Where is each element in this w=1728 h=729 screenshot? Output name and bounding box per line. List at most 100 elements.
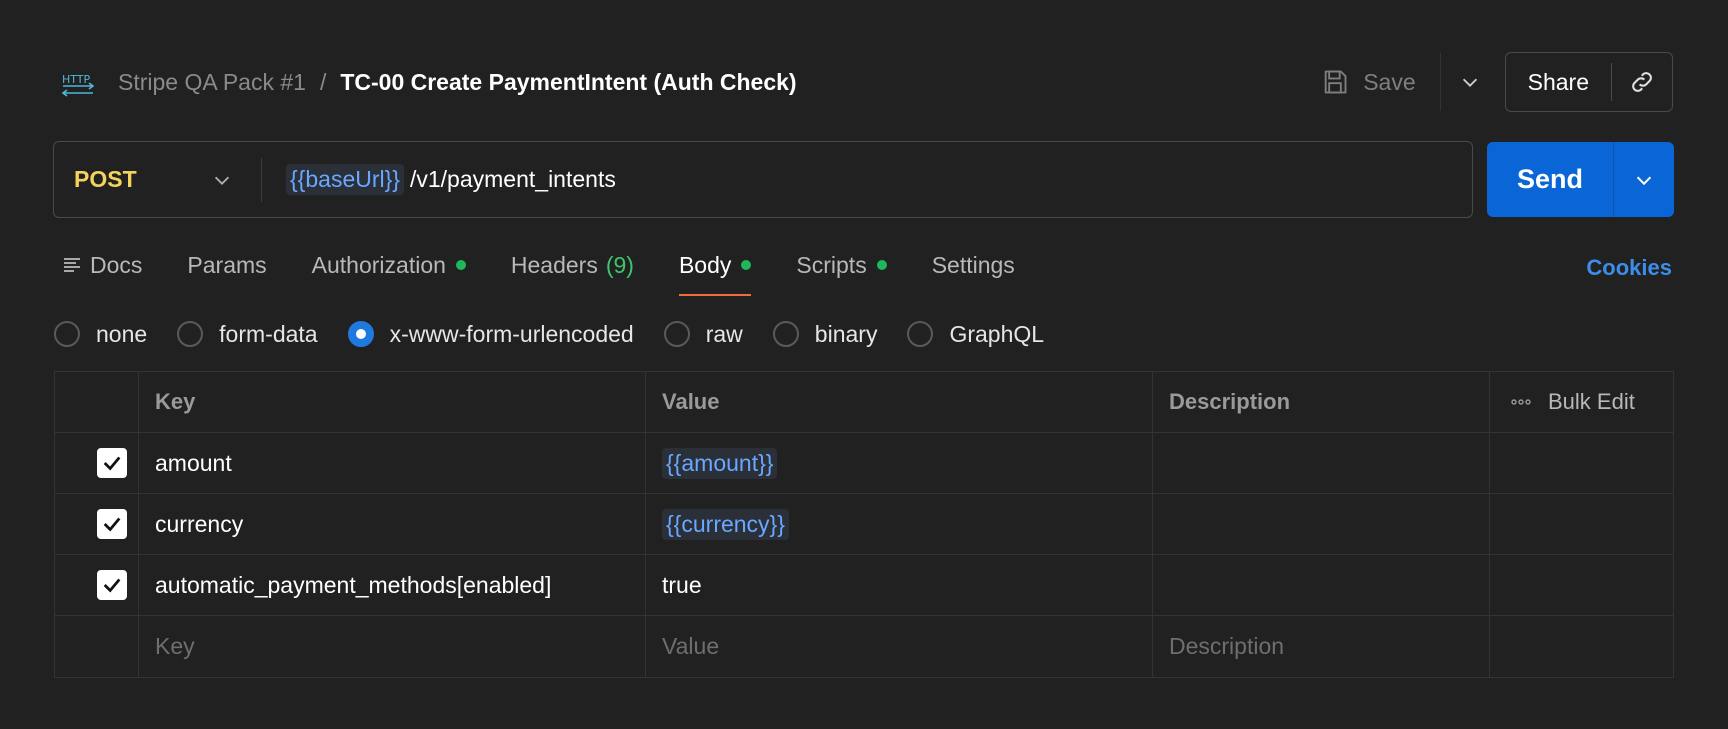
chevron-down-icon[interactable]	[1459, 71, 1481, 93]
radio-graphql[interactable]: GraphQL	[907, 321, 1044, 348]
radio-binary[interactable]: binary	[772, 320, 878, 348]
radio-label: x-www-form-urlencoded	[389, 320, 634, 347]
key-text: automatic_payment_methods[enabled]	[155, 571, 552, 598]
save-icon	[1324, 70, 1347, 94]
tab-params[interactable]: Params	[187, 246, 266, 284]
key-placeholder: Key	[155, 633, 195, 659]
value-input[interactable]: Value	[646, 616, 1153, 677]
tab-body[interactable]: Body	[678, 246, 752, 296]
tab-headers[interactable]: Headers (9)	[511, 246, 634, 284]
row-checkbox[interactable]	[96, 509, 127, 539]
url-path: /v1/payment_intents	[409, 166, 616, 192]
row-extra-cell	[1490, 616, 1673, 677]
column-header-key: Key	[139, 372, 646, 432]
url-bar: POST {{baseUrl}} /v1/payment_intents	[53, 141, 1473, 218]
value-variable: {{amount}}	[662, 447, 778, 479]
tab-settings[interactable]: Settings	[932, 246, 1015, 284]
tab-scripts[interactable]: Scripts	[796, 246, 887, 284]
radio-urlencoded[interactable]: x-www-form-urlencoded	[347, 320, 634, 348]
key-text: amount	[155, 449, 232, 476]
send-button[interactable]: Send	[1487, 164, 1613, 195]
tab-body-label: Body	[678, 251, 732, 278]
divider	[261, 157, 262, 202]
table-header-row: Key Value Description Bulk Edit	[55, 372, 1673, 433]
radio-none[interactable]: none	[54, 321, 147, 348]
row-extra-cell	[1490, 555, 1673, 615]
radio-button[interactable]	[663, 321, 690, 347]
divider	[1439, 53, 1441, 111]
row-checkbox-cell	[55, 433, 139, 493]
radio-label: form-data	[219, 320, 318, 347]
radio-button[interactable]	[54, 321, 80, 347]
key-text: currency	[155, 510, 244, 537]
radio-button[interactable]	[177, 321, 204, 347]
send-options-button[interactable]	[1614, 169, 1674, 191]
send-button-group: Send	[1487, 142, 1674, 217]
tab-scripts-label: Scripts	[796, 251, 867, 278]
value-placeholder: Value	[662, 633, 720, 659]
status-dot	[876, 260, 887, 270]
more-options-icon[interactable]	[1510, 391, 1532, 413]
row-extra-cell	[1490, 494, 1673, 554]
tab-authorization[interactable]: Authorization	[312, 246, 466, 284]
status-dot	[741, 260, 752, 270]
breadcrumb-separator: /	[319, 68, 327, 95]
description-input[interactable]: Description	[1153, 616, 1490, 677]
svg-text:HTTP: HTTP	[62, 73, 91, 86]
cookies-link[interactable]: Cookies	[1586, 255, 1672, 281]
radio-label: none	[96, 320, 148, 347]
description-cell[interactable]	[1153, 433, 1490, 493]
table-header-check	[55, 372, 139, 432]
radio-button[interactable]	[907, 321, 934, 347]
checkmark-icon	[103, 456, 120, 471]
radio-button-selected[interactable]	[347, 321, 374, 347]
status-dot	[455, 260, 466, 270]
checkmark-icon	[103, 578, 120, 593]
radio-label: binary	[814, 320, 878, 347]
key-cell[interactable]: currency	[139, 494, 646, 554]
save-label: Save	[1363, 68, 1416, 95]
method-select[interactable]: POST	[54, 166, 261, 193]
value-cell[interactable]: {{amount}}	[646, 433, 1153, 493]
breadcrumb-collection[interactable]: Stripe QA Pack #1	[118, 69, 306, 96]
request-tabs: Docs Params Authorization Headers (9) Bo…	[62, 246, 1672, 296]
body-type-selector: none form-data x-www-form-urlencoded raw…	[54, 317, 1074, 351]
key-cell[interactable]: amount	[139, 433, 646, 493]
value-cell[interactable]: {{currency}}	[646, 494, 1153, 554]
column-header-value: Value	[646, 372, 1153, 432]
key-input[interactable]: Key	[139, 616, 646, 677]
url-variable: {{baseUrl}}	[286, 164, 404, 195]
link-icon[interactable]	[1612, 53, 1672, 111]
table-row-new: Key Value Description	[55, 616, 1673, 677]
value-cell[interactable]: true	[646, 555, 1153, 615]
radio-label: GraphQL	[949, 320, 1045, 347]
bulk-edit-button[interactable]: Bulk Edit	[1548, 389, 1635, 415]
save-button[interactable]: Save	[1321, 68, 1416, 96]
checkmark-icon	[103, 517, 120, 532]
key-cell[interactable]: automatic_payment_methods[enabled]	[139, 555, 646, 615]
share-button[interactable]: Share	[1506, 69, 1611, 96]
description-placeholder: Description	[1169, 633, 1285, 659]
table-row: automatic_payment_methods[enabled] true	[55, 555, 1673, 616]
bulk-edit-cell: Bulk Edit	[1490, 372, 1673, 432]
chevron-down-icon	[1636, 176, 1652, 185]
tab-authorization-label: Authorization	[311, 251, 446, 278]
value-text: true	[662, 571, 702, 598]
radio-form-data[interactable]: form-data	[177, 320, 318, 348]
description-cell[interactable]	[1153, 494, 1490, 554]
tab-docs-label: Docs	[90, 251, 143, 278]
request-title[interactable]: TC-00 Create PaymentIntent (Auth Check)	[340, 69, 796, 96]
row-checkbox[interactable]	[96, 570, 127, 600]
headers-count: (9)	[605, 251, 634, 278]
radio-button[interactable]	[772, 321, 799, 347]
row-checkbox[interactable]	[96, 448, 127, 478]
tab-headers-label: Headers	[510, 251, 598, 278]
radio-label: raw	[705, 320, 743, 347]
description-cell[interactable]	[1153, 555, 1490, 615]
row-extra-cell	[1490, 433, 1673, 493]
tab-docs[interactable]: Docs	[62, 246, 142, 284]
row-checkbox-cell	[55, 555, 139, 615]
body-params-table: Key Value Description Bulk Edit amount {…	[54, 371, 1674, 678]
radio-raw[interactable]: raw	[663, 320, 743, 348]
url-input[interactable]: {{baseUrl}} /v1/payment_intents	[286, 164, 616, 195]
